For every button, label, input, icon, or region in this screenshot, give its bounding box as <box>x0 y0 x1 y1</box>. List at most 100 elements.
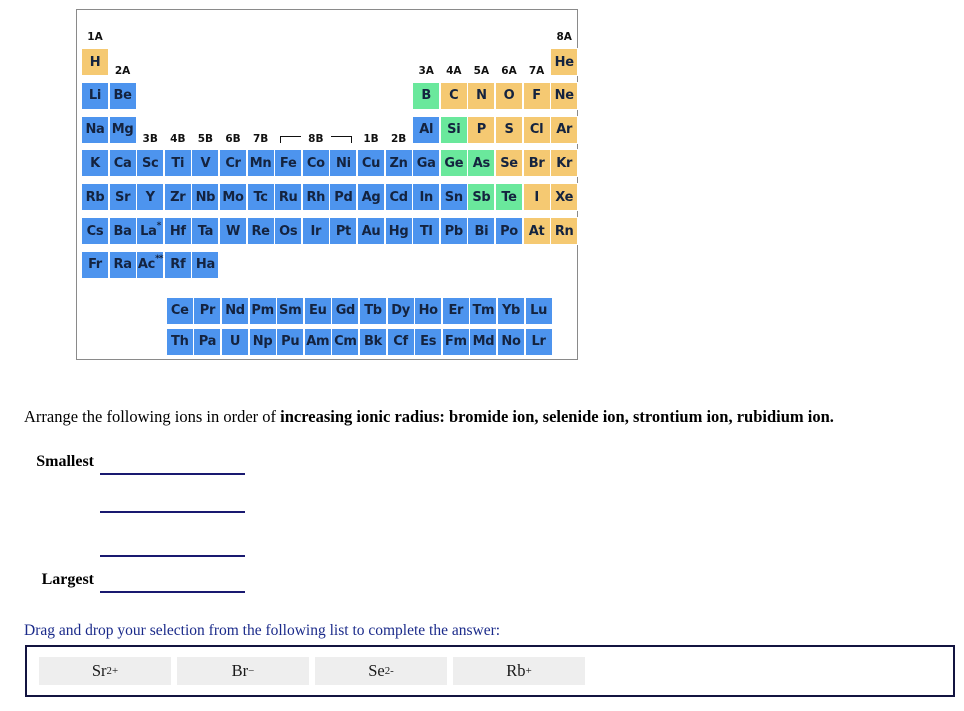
element-at[interactable]: At <box>522 217 551 245</box>
element-ag[interactable]: Ag <box>357 183 385 212</box>
answer-drop-slot-4[interactable] <box>100 591 245 593</box>
element-cu[interactable]: Cu <box>357 149 385 178</box>
element-cm[interactable]: Cm <box>331 327 360 356</box>
element-hf[interactable]: Hf <box>163 217 192 245</box>
element-au[interactable]: Au <box>357 217 385 245</box>
element-rn[interactable]: Rn <box>550 217 579 245</box>
element-cr[interactable]: Cr <box>219 149 247 178</box>
element-eu[interactable]: Eu <box>303 296 332 325</box>
element-ho[interactable]: Ho <box>414 296 443 325</box>
element-cs[interactable]: Cs <box>81 217 109 245</box>
element-sn[interactable]: Sn <box>439 183 468 212</box>
element-k[interactable]: K <box>81 149 109 178</box>
element-ca[interactable]: Ca <box>108 149 137 178</box>
element-rh[interactable]: Rh <box>301 183 330 212</box>
element-pb[interactable]: Pb <box>439 217 468 245</box>
element-br[interactable]: Br <box>522 149 551 178</box>
element-ba[interactable]: Ba <box>108 217 137 245</box>
element-v[interactable]: V <box>191 149 220 178</box>
element-fm[interactable]: Fm <box>441 327 470 356</box>
element-ru[interactable]: Ru <box>274 183 303 212</box>
element-te[interactable]: Te <box>495 183 523 212</box>
element-ne[interactable]: Ne <box>550 81 579 110</box>
element-co[interactable]: Co <box>301 149 330 178</box>
element-tc[interactable]: Tc <box>246 183 275 212</box>
element-he[interactable]: He <box>550 48 579 76</box>
element-cd[interactable]: Cd <box>384 183 413 212</box>
element-i[interactable]: I <box>522 183 551 212</box>
element-ga[interactable]: Ga <box>412 149 441 178</box>
element-cf[interactable]: Cf <box>386 327 415 356</box>
element-rb[interactable]: Rb <box>81 183 109 212</box>
element-li[interactable]: Li <box>81 81 109 110</box>
element-pa[interactable]: Pa <box>193 327 222 356</box>
element-u[interactable]: U <box>221 327 249 356</box>
element-pd[interactable]: Pd <box>329 183 358 212</box>
element-se[interactable]: Se <box>495 149 523 178</box>
element-mn[interactable]: Mn <box>246 149 275 178</box>
element-nb[interactable]: Nb <box>191 183 220 212</box>
element-yb[interactable]: Yb <box>497 296 525 325</box>
element-bi[interactable]: Bi <box>467 217 496 245</box>
element-np[interactable]: Np <box>248 327 277 356</box>
element-sm[interactable]: Sm <box>276 296 305 325</box>
element-cl[interactable]: Cl <box>522 115 551 144</box>
ion-chip-br[interactable]: Br − <box>177 657 309 685</box>
element-na[interactable]: Na <box>81 115 109 144</box>
element-n[interactable]: N <box>467 81 496 110</box>
element-sb[interactable]: Sb <box>467 183 496 212</box>
element-sc[interactable]: Sc <box>136 149 165 178</box>
element-tb[interactable]: Tb <box>359 296 387 325</box>
element-ni[interactable]: Ni <box>329 149 358 178</box>
element-zn[interactable]: Zn <box>384 149 413 178</box>
element-lr[interactable]: Lr <box>524 327 553 356</box>
answer-drop-slot-1[interactable] <box>100 473 245 475</box>
element-tl[interactable]: Tl <box>412 217 441 245</box>
element-es[interactable]: Es <box>414 327 443 356</box>
element-ta[interactable]: Ta <box>191 217 220 245</box>
element-nd[interactable]: Nd <box>221 296 249 325</box>
element-h[interactable]: H <box>81 48 109 76</box>
element-ge[interactable]: Ge <box>439 149 468 178</box>
element-sr[interactable]: Sr <box>108 183 137 212</box>
element-s[interactable]: S <box>495 115 523 144</box>
element-xe[interactable]: Xe <box>550 183 579 212</box>
element-in[interactable]: In <box>412 183 441 212</box>
element-kr[interactable]: Kr <box>550 149 579 178</box>
element-gd[interactable]: Gd <box>331 296 360 325</box>
answer-drop-slot-2[interactable] <box>100 511 245 513</box>
ion-chip-se[interactable]: Se 2- <box>315 657 447 685</box>
element-dy[interactable]: Dy <box>386 296 415 325</box>
element-hg[interactable]: Hg <box>384 217 413 245</box>
element-be[interactable]: Be <box>108 81 137 110</box>
element-ar[interactable]: Ar <box>550 115 579 144</box>
ion-chip-rb[interactable]: Rb + <box>453 657 585 685</box>
ion-chip-sr[interactable]: Sr 2+ <box>39 657 171 685</box>
element-th[interactable]: Th <box>165 327 194 356</box>
element-am[interactable]: Am <box>303 327 332 356</box>
element-ha[interactable]: Ha <box>191 250 220 279</box>
element-er[interactable]: Er <box>441 296 470 325</box>
element-no[interactable]: No <box>497 327 525 356</box>
element-pt[interactable]: Pt <box>329 217 358 245</box>
element-mo[interactable]: Mo <box>219 183 247 212</box>
element-tm[interactable]: Tm <box>469 296 498 325</box>
element-y[interactable]: Y <box>136 183 165 212</box>
element-ti[interactable]: Ti <box>163 149 192 178</box>
element-c[interactable]: C <box>439 81 468 110</box>
element-pm[interactable]: Pm <box>248 296 277 325</box>
element-ra[interactable]: Ra <box>108 250 137 279</box>
element-ir[interactable]: Ir <box>301 217 330 245</box>
element-p[interactable]: P <box>467 115 496 144</box>
element-ac[interactable]: Ac ** <box>136 250 165 279</box>
element-w[interactable]: W <box>219 217 247 245</box>
element-al[interactable]: Al <box>412 115 441 144</box>
element-pu[interactable]: Pu <box>276 327 305 356</box>
element-si[interactable]: Si <box>439 115 468 144</box>
element-md[interactable]: Md <box>469 327 498 356</box>
element-pr[interactable]: Pr <box>193 296 222 325</box>
element-po[interactable]: Po <box>495 217 523 245</box>
element-as[interactable]: As <box>467 149 496 178</box>
element-os[interactable]: Os <box>274 217 303 245</box>
element-f[interactable]: F <box>522 81 551 110</box>
